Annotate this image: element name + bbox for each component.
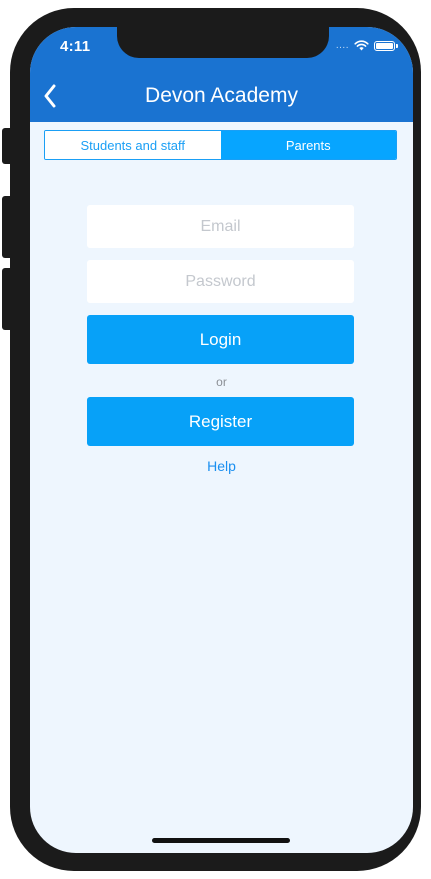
page-title: Devon Academy xyxy=(145,84,298,107)
wifi-icon xyxy=(354,40,369,51)
login-type-segmented-control: Students and staff Parents xyxy=(44,130,397,160)
password-field[interactable] xyxy=(87,260,354,303)
battery-icon xyxy=(374,40,398,51)
login-button[interactable]: Login xyxy=(87,315,354,364)
or-divider-label: or xyxy=(216,375,227,389)
status-icons: .... xyxy=(335,39,398,51)
phone-frame: 4:11 .... Devon Academy Students and sta… xyxy=(10,8,421,871)
notch xyxy=(117,27,329,58)
segment-students-and-staff[interactable]: Students and staff xyxy=(45,131,221,159)
segment-parents[interactable]: Parents xyxy=(220,131,396,159)
register-button[interactable]: Register xyxy=(87,397,354,446)
status-time: 4:11 xyxy=(60,38,91,55)
signal-icon: .... xyxy=(335,39,349,51)
nav-header: 4:11 .... Devon Academy xyxy=(30,27,413,122)
help-link[interactable]: Help xyxy=(30,458,413,474)
home-indicator[interactable] xyxy=(152,838,290,843)
phone-screen: 4:11 .... Devon Academy Students and sta… xyxy=(30,27,413,853)
email-field[interactable] xyxy=(87,205,354,248)
